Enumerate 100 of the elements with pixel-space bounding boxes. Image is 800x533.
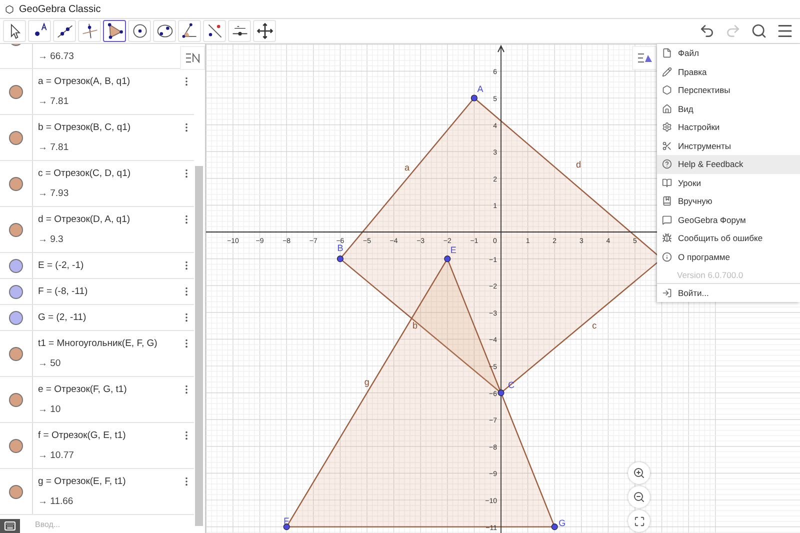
menu-item[interactable]: Настройки: [657, 118, 800, 136]
file-icon: [662, 48, 672, 58]
menu-item[interactable]: Инструменты: [657, 136, 800, 155]
menu-item[interactable]: Сообщить об ошибке: [657, 229, 800, 248]
redo-icon: [725, 23, 741, 39]
home-icon: [662, 104, 672, 114]
bug-icon: [662, 233, 672, 244]
point-label: G: [558, 518, 566, 528]
algebra-value: → 10: [38, 404, 61, 416]
point-label: E: [450, 244, 456, 255]
keyboard-icon: [4, 520, 16, 532]
algebra-definition: F = (-8, -11): [38, 286, 88, 297]
algebra-value: → 10.77: [38, 450, 74, 462]
algebra-value: → 7.81: [38, 142, 69, 154]
menu-item[interactable]: Перспективы: [657, 81, 800, 100]
zoom-out-icon: [633, 491, 645, 503]
segment-label: g: [364, 376, 370, 387]
perpendicular-lines-icon: [80, 22, 98, 40]
point-label: F: [284, 516, 290, 526]
menu-item[interactable]: Войти...: [657, 283, 800, 302]
help-icon: [662, 159, 672, 170]
algebra-definition: f = Отрезок(G, E, t1): [38, 430, 126, 441]
color-dot[interactable]: [9, 438, 23, 452]
algebra-definition: c = Отрезок(C, D, q1): [38, 168, 131, 179]
book-icon: [662, 196, 672, 206]
sign-in-icon: [662, 288, 672, 298]
move-arrows-icon: [256, 22, 274, 40]
undo-icon: [699, 23, 715, 39]
algebra-definition: G = (2, -11): [38, 312, 86, 323]
segment-label: c: [592, 320, 597, 330]
point-label: A: [477, 84, 484, 94]
info-icon: [662, 252, 672, 262]
color-dot[interactable]: [9, 84, 23, 98]
reflection-icon: [206, 22, 224, 40]
window-title: GeoGebra Classic: [19, 4, 101, 14]
fullscreen-button[interactable]: [628, 510, 650, 532]
algebra-definition: e = Отрезок(F, G, t1): [38, 384, 127, 395]
menu-item[interactable]: Вручную: [657, 192, 800, 210]
menu-item[interactable]: Help & Feedback: [657, 155, 800, 174]
color-dot[interactable]: [9, 258, 23, 272]
point: [336, 256, 344, 262]
algebra-definition: E = (-2, -1): [38, 260, 84, 271]
segment-label: d: [576, 160, 582, 170]
circle-icon: [130, 22, 148, 40]
menu-item[interactable]: О программе: [657, 248, 800, 266]
color-dot[interactable]: [9, 310, 23, 324]
color-dot[interactable]: [9, 484, 23, 498]
color-dot[interactable]: [9, 176, 23, 190]
algebra-definition: t1 = Многоугольник(E, F, G): [38, 338, 158, 349]
zoom-in-button[interactable]: [628, 462, 650, 484]
scissors-icon: [662, 140, 672, 151]
chat-icon: [662, 214, 672, 225]
settings-icon: [662, 122, 672, 132]
algebra-value: → 50: [38, 358, 61, 370]
zoom-out-button[interactable]: [628, 486, 650, 508]
scrollbar[interactable]: [195, 166, 203, 526]
algebra-value: → 66.73: [38, 50, 74, 62]
color-dot[interactable]: [9, 222, 23, 236]
algebra-definition: a = Отрезок(A, B, q1): [38, 76, 130, 87]
point: [283, 524, 290, 530]
search-icon: [751, 23, 767, 39]
segment-label: b: [412, 320, 418, 330]
point-label: B: [337, 242, 344, 253]
style-bar-icon: [636, 52, 652, 64]
input-field[interactable]: Ввод...: [33, 515, 187, 533]
menu-item[interactable]: Файл: [657, 44, 800, 62]
menu-item[interactable]: GeoGebra Форум: [657, 210, 800, 229]
app-logo-icon: [5, 4, 14, 14]
zoom-in-icon: [633, 467, 645, 479]
menu-icon: [776, 22, 794, 40]
ellipse-icon: [156, 22, 174, 40]
hexagon-icon: [662, 85, 672, 96]
sort-icon: [184, 53, 200, 63]
menu-item[interactable]: Правка: [657, 62, 800, 81]
algebra-definition: d = Отрезок(D, A, q1): [38, 214, 130, 225]
angle-icon: [180, 22, 198, 40]
point: [444, 256, 451, 262]
menu-item[interactable]: Вид: [657, 100, 800, 118]
point: [551, 524, 558, 530]
algebra-value: → 11.66: [38, 496, 74, 508]
algebra-value: → 7.81: [38, 96, 69, 108]
book-icon: [662, 178, 672, 188]
graphics-style-button[interactable]: [632, 46, 657, 70]
color-dot[interactable]: [9, 346, 23, 360]
pencil-icon: [662, 66, 672, 77]
triangle-icon: [106, 22, 124, 40]
color-dot[interactable]: [9, 130, 23, 144]
segment-label: a: [404, 162, 410, 172]
tool-button[interactable]: [103, 20, 126, 42]
algebra-style-button[interactable]: [180, 46, 205, 70]
point: [498, 390, 504, 396]
algebra-definition: b = Отрезок(B, C, q1): [38, 122, 131, 133]
fullscreen-icon: [634, 516, 644, 526]
color-dot[interactable]: [9, 392, 23, 406]
menu-item[interactable]: Уроки: [657, 174, 800, 192]
color-dot[interactable]: [9, 284, 23, 298]
point: [470, 94, 478, 102]
keyboard-button[interactable]: [0, 519, 20, 533]
algebra-value: → 9.3: [38, 234, 64, 246]
algebra-value: → 7.93: [38, 188, 69, 200]
